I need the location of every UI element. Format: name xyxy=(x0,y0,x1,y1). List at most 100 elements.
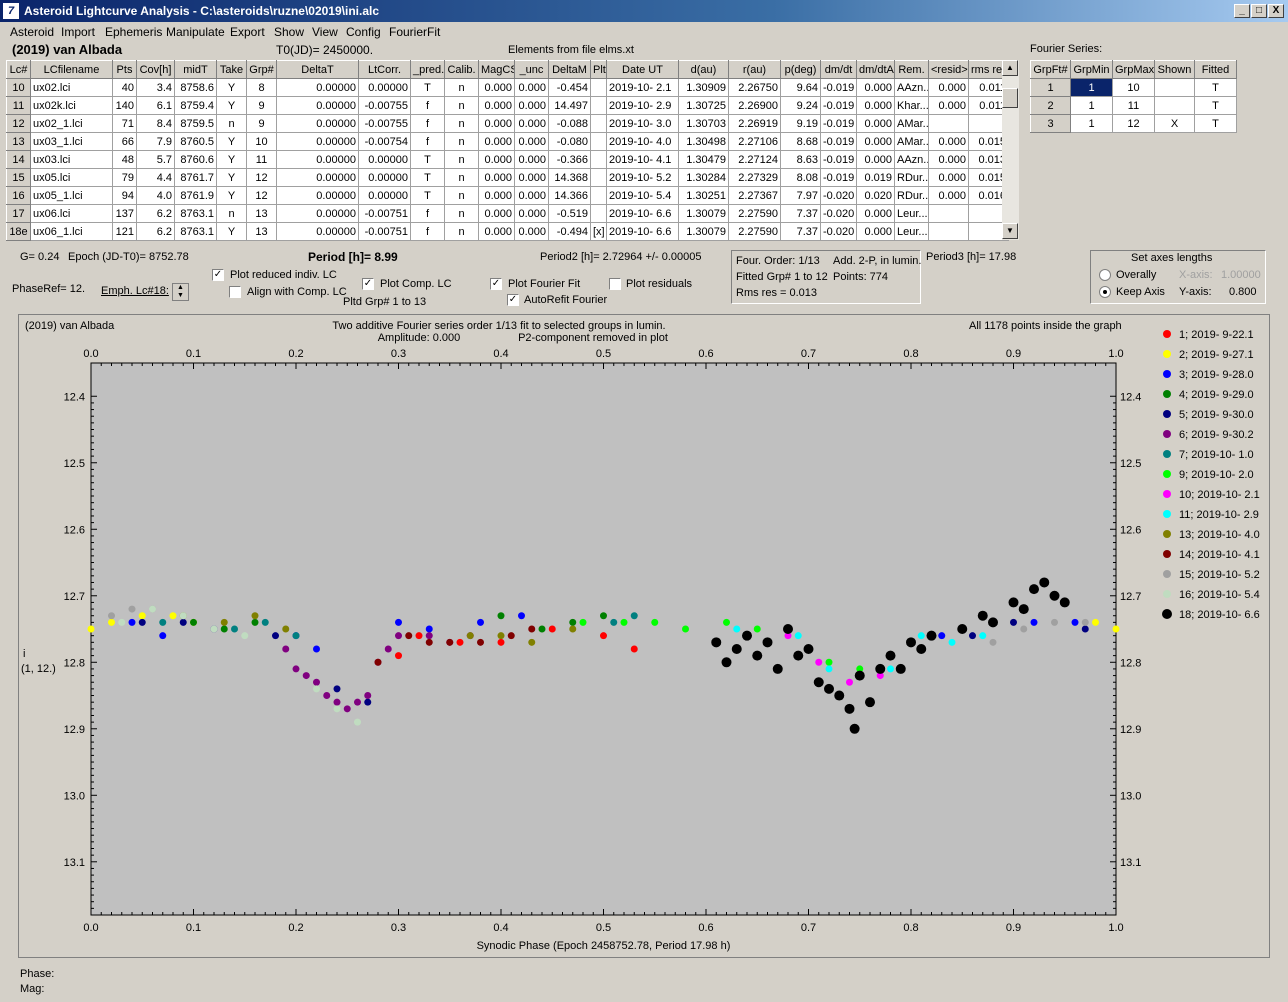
table-cell[interactable] xyxy=(590,168,607,187)
table-cell[interactable]: Y xyxy=(216,132,247,151)
lightcurve-plot[interactable]: 0.0 0.0 0.1 0.1 0.2 0.2 0.3 0.3 0.4 0.4 0.5 0.5 0.6 0… xyxy=(19,315,1269,957)
table-cell[interactable]: 18e xyxy=(6,222,31,241)
table-cell[interactable]: 94 xyxy=(112,186,137,205)
table-cell[interactable]: 1.30079 xyxy=(678,222,729,241)
table-cell[interactable]: 71 xyxy=(112,114,137,133)
table-cell[interactable]: n xyxy=(444,78,479,97)
table-cell[interactable]: T xyxy=(410,186,445,205)
table-cell[interactable]: Y xyxy=(216,78,247,97)
fourier-column-header[interactable]: GrpMin xyxy=(1070,60,1113,79)
table-cell[interactable]: Leur... xyxy=(894,222,929,241)
table-cell[interactable]: 0.000 xyxy=(478,204,515,223)
table-cell[interactable]: n xyxy=(444,114,479,133)
table-cell[interactable]: 0.000 xyxy=(856,114,895,133)
table-cell[interactable]: 0.00000 xyxy=(276,204,359,223)
table-cell[interactable]: 0.00000 xyxy=(276,96,359,115)
fourier-cell[interactable]: T xyxy=(1194,114,1237,133)
table-cell[interactable]: 0.000 xyxy=(514,96,549,115)
scroll-up-icon[interactable]: ▲ xyxy=(1002,60,1018,76)
scroll-thumb[interactable] xyxy=(1002,88,1018,108)
menu-fourierfit[interactable]: FourierFit xyxy=(389,25,440,39)
table-cell[interactable]: Khar... xyxy=(894,96,929,115)
table-cell[interactable]: 8759.4 xyxy=(174,96,217,115)
table-cell[interactable]: 121 xyxy=(112,222,137,241)
table-cell[interactable]: 0.000 xyxy=(928,132,969,151)
table-cell[interactable]: 0.000 xyxy=(478,114,515,133)
table-cell[interactable]: 14.366 xyxy=(548,186,591,205)
table-cell[interactable]: AAzn... xyxy=(894,150,929,169)
column-header[interactable]: dm/dt xyxy=(820,60,857,79)
column-header[interactable]: Take xyxy=(216,60,247,79)
column-header[interactable]: Pts xyxy=(112,60,137,79)
table-cell[interactable]: -0.020 xyxy=(820,186,857,205)
table-cell[interactable]: 0.00000 xyxy=(276,186,359,205)
table-cell[interactable]: 10 xyxy=(246,132,277,151)
table-cell[interactable]: 2.27590 xyxy=(728,204,781,223)
table-cell[interactable]: n xyxy=(444,132,479,151)
fourier-cell[interactable]: 12 xyxy=(1112,114,1155,133)
table-cell[interactable]: 0.000 xyxy=(478,78,515,97)
table-cell[interactable]: -0.019 xyxy=(820,168,857,187)
table-cell[interactable]: 0.000 xyxy=(514,114,549,133)
column-header[interactable]: LtCorr. xyxy=(358,60,411,79)
table-cell[interactable]: Y xyxy=(216,186,247,205)
table-cell[interactable] xyxy=(590,186,607,205)
table-cell[interactable]: 9.64 xyxy=(780,78,821,97)
table-cell[interactable]: 7.37 xyxy=(780,204,821,223)
table-cell[interactable]: 0.000 xyxy=(856,78,895,97)
fourier-column-header[interactable]: GrpMax xyxy=(1112,60,1155,79)
keep-axis-radio[interactable] xyxy=(1099,286,1111,298)
table-row[interactable]: 12 ux02_1.lci 71 8.4 8759.5 n 9 0.00000 -0.00755… xyxy=(6,114,1009,133)
table-cell[interactable]: -0.019 xyxy=(820,78,857,97)
menu-asteroid[interactable]: Asteroid xyxy=(10,25,54,39)
table-cell[interactable]: -0.00751 xyxy=(358,204,411,223)
table-cell[interactable]: [x] xyxy=(590,222,607,241)
column-header[interactable]: midT xyxy=(174,60,217,79)
table-scrollbar[interactable]: ▲ ▼ xyxy=(1002,60,1019,240)
fourier-row[interactable]: 1 1 10 T xyxy=(1030,78,1237,97)
table-cell[interactable]: 11 xyxy=(6,96,31,115)
table-row[interactable]: 17 ux06.lci 137 6.2 8763.1 n 13 0.00000 -0.00751… xyxy=(6,204,1009,223)
table-cell[interactable]: f xyxy=(410,222,445,241)
table-cell[interactable]: 0.000 xyxy=(514,204,549,223)
table-cell[interactable]: 48 xyxy=(112,150,137,169)
table-cell[interactable]: RDur... xyxy=(894,186,929,205)
column-header[interactable]: r(au) xyxy=(728,60,781,79)
table-cell[interactable]: Leur... xyxy=(894,204,929,223)
table-cell[interactable]: ux02_1.lci xyxy=(30,114,113,133)
table-cell[interactable]: 12 xyxy=(246,168,277,187)
table-cell[interactable]: 40 xyxy=(112,78,137,97)
table-cell[interactable]: 2019-10- 5.2 xyxy=(606,168,679,187)
table-cell[interactable]: 0.000 xyxy=(856,204,895,223)
table-cell[interactable]: -0.366 xyxy=(548,150,591,169)
fourier-table[interactable]: GrpFt# GrpMin GrpMax Shown Fitted 1 1 10 T 2 1 11 T… xyxy=(1030,60,1237,133)
table-cell[interactable]: 0.00000 xyxy=(276,222,359,241)
table-cell[interactable]: 2019-10- 2.1 xyxy=(606,78,679,97)
table-cell[interactable]: 0.000 xyxy=(928,150,969,169)
table-cell[interactable]: 0.00000 xyxy=(276,114,359,133)
table-cell[interactable]: 2019-10- 4.1 xyxy=(606,150,679,169)
table-cell[interactable]: -0.019 xyxy=(820,132,857,151)
table-cell[interactable]: 2019-10- 3.0 xyxy=(606,114,679,133)
table-cell[interactable]: T xyxy=(410,168,445,187)
table-cell[interactable]: 8.08 xyxy=(780,168,821,187)
table-cell[interactable]: 14 xyxy=(6,150,31,169)
table-cell[interactable] xyxy=(590,114,607,133)
table-cell[interactable]: RDur... xyxy=(894,168,929,187)
plot-comp-checkbox[interactable]: ✓ xyxy=(362,278,374,290)
table-cell[interactable]: 0.00000 xyxy=(358,168,411,187)
table-row[interactable]: 13 ux03_1.lci 66 7.9 8760.5 Y 10 0.00000 -0.0075… xyxy=(6,132,1009,151)
column-header[interactable]: _unc xyxy=(514,60,549,79)
table-cell[interactable]: n xyxy=(444,186,479,205)
table-cell[interactable]: 3.4 xyxy=(136,78,175,97)
lightcurve-table[interactable]: Lc# LCfilename Pts Cov[h] midT Take Grp# DeltaT… xyxy=(6,60,1009,241)
fourier-row[interactable]: 3 1 12 X T xyxy=(1030,114,1237,133)
table-cell[interactable]: 0.00000 xyxy=(276,168,359,187)
table-cell[interactable]: 6.2 xyxy=(136,222,175,241)
table-cell[interactable]: 7.97 xyxy=(780,186,821,205)
table-cell[interactable] xyxy=(590,150,607,169)
column-header[interactable]: d(au) xyxy=(678,60,729,79)
table-cell[interactable]: 2019-10- 2.9 xyxy=(606,96,679,115)
fourier-cell[interactable]: 10 xyxy=(1112,78,1155,97)
table-cell[interactable]: 12 xyxy=(246,186,277,205)
